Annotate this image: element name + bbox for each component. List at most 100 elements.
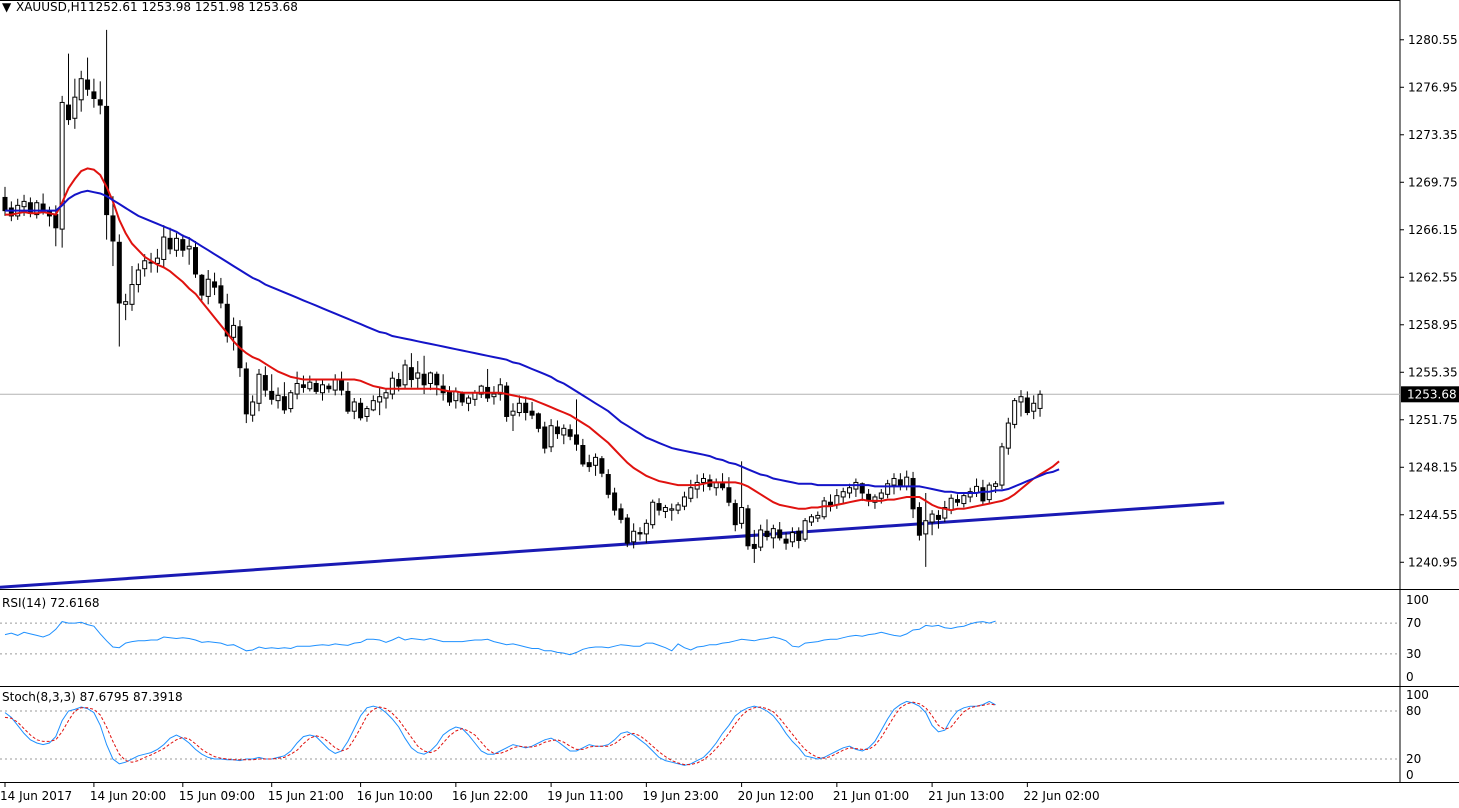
candle-body-bear — [281, 396, 287, 411]
candle — [828, 494, 833, 512]
candle-body-bear — [2, 196, 8, 212]
candle-body-bear — [262, 375, 268, 391]
candle-body-bear — [764, 530, 770, 538]
candle — [504, 382, 510, 422]
candle-body-bull — [510, 410, 516, 416]
chart-canvas[interactable]: 10070300 10080200 1280.551276.951273.351… — [0, 0, 1459, 808]
candle-body-bull — [186, 245, 192, 250]
candle-body-bull — [123, 301, 129, 305]
candle-body-bull — [78, 78, 84, 101]
candle-body-bear — [656, 503, 662, 511]
candle — [408, 353, 414, 388]
candle-body-bull — [923, 520, 929, 535]
candle-body-bull — [631, 530, 637, 543]
candle — [955, 494, 960, 507]
candle — [523, 396, 529, 421]
candle-body-bear — [586, 462, 592, 468]
candle-body-bull — [307, 381, 313, 390]
candle-body-bull — [389, 377, 395, 395]
candle — [662, 504, 668, 519]
candle-body-bear — [777, 529, 783, 539]
candle — [561, 424, 567, 445]
candle-body-bull — [961, 495, 967, 505]
candle-body-bear — [104, 105, 110, 216]
candle-body-bull — [472, 392, 478, 400]
candle — [72, 78, 78, 129]
candle — [910, 471, 916, 519]
candle — [135, 263, 141, 293]
candle-body-bull — [878, 492, 884, 499]
candle-body-bear — [732, 503, 738, 526]
candle-body-bear — [637, 532, 643, 535]
candle — [389, 371, 395, 400]
candle — [897, 473, 903, 491]
candle — [85, 57, 91, 96]
candle — [1037, 390, 1043, 417]
candle — [193, 240, 198, 278]
candle-body-bull — [948, 497, 954, 511]
candle — [377, 387, 383, 416]
candle — [34, 200, 40, 219]
candle — [593, 453, 599, 476]
candle — [358, 398, 364, 421]
candle — [599, 456, 605, 478]
candle — [694, 474, 700, 499]
candle-body-bull — [662, 507, 668, 512]
candle — [554, 420, 560, 439]
candle-body-bear — [434, 373, 440, 386]
candle — [320, 379, 325, 401]
rsi-label: RSI(14) 72.6168 — [2, 596, 100, 610]
price-tick-label: 1251.75 — [1408, 413, 1458, 427]
candle — [675, 502, 681, 515]
candle-body-bull — [643, 522, 649, 535]
candle — [300, 375, 306, 393]
candle — [167, 227, 173, 255]
candle — [942, 500, 948, 523]
candle-body-bull — [370, 400, 376, 411]
candle-body-bear — [599, 458, 605, 474]
trading-chart[interactable]: 100 70 30 0 100 80 20 0 1280.55 1276.95 1273.35 1… — [0, 0, 1459, 808]
candle-body-bear — [269, 390, 275, 400]
candle — [821, 496, 827, 520]
candle — [656, 498, 662, 516]
ohlc-values: 1252.61 1253.98 1251.98 1253.68 — [88, 0, 298, 14]
candle-body-bull — [802, 520, 808, 540]
candle — [269, 374, 275, 405]
time-tick-label: 15 Jun 21:00 — [268, 789, 344, 803]
candle — [580, 438, 586, 467]
candle-body-bull — [561, 427, 567, 436]
candle-body-bull — [231, 324, 237, 338]
candle-body-bear — [313, 382, 319, 392]
candle — [294, 371, 300, 400]
menu-caret-icon[interactable]: ▼ — [2, 0, 12, 14]
candle-body-bull — [205, 278, 211, 297]
price-tick-label: 1248.15 — [1408, 460, 1458, 474]
price-tick-label: 1240.95 — [1408, 555, 1458, 569]
candle-body-bear — [408, 367, 414, 381]
current-price-tag: 1253.68 — [1401, 386, 1459, 403]
support-trendline[interactable] — [0, 501, 1225, 594]
candle — [815, 511, 821, 523]
price-tick-label: 1262.55 — [1408, 270, 1458, 284]
candle — [288, 390, 294, 413]
candle — [116, 234, 122, 347]
stoch-label: Stoch(8,3,3) 87.6795 87.3918 — [2, 690, 183, 704]
candle-body-bear — [618, 508, 624, 520]
candle-body-bear — [66, 104, 71, 121]
candle-body-bear — [53, 214, 59, 229]
trendline-layer[interactable] — [0, 501, 1225, 594]
candle-body-bear — [897, 479, 903, 486]
candle — [1012, 398, 1018, 429]
candle-body-bull — [1005, 422, 1011, 449]
candle-body-bear — [97, 99, 103, 106]
candle — [891, 473, 897, 495]
candle — [713, 478, 719, 496]
candle-body-bull — [377, 396, 383, 403]
candle-body-bear — [27, 202, 33, 214]
candle-body-bull — [789, 532, 795, 543]
candle — [967, 487, 973, 503]
candle-body-bear — [796, 530, 802, 542]
candle — [186, 237, 192, 265]
candle-body-bear — [574, 434, 579, 445]
time-tick-label: 15 Jun 09:00 — [179, 789, 255, 803]
